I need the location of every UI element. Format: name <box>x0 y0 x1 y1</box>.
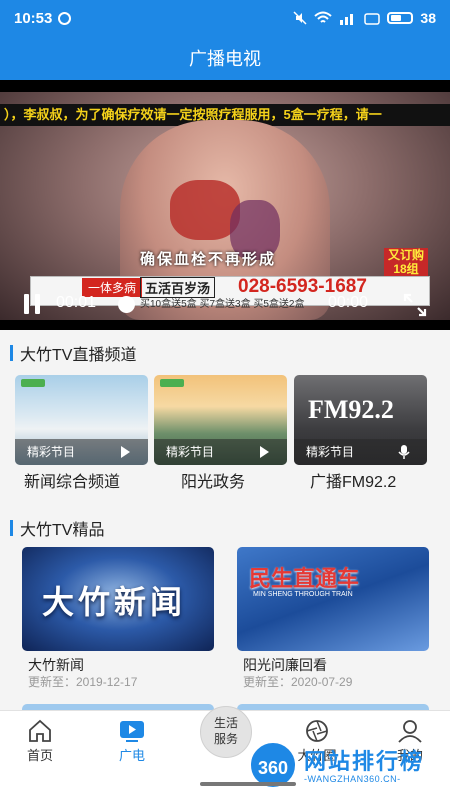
nav-home[interactable]: 首页 <box>5 711 75 773</box>
ad-badge-line2: 18组 <box>393 262 419 276</box>
battery-level: 38 <box>420 10 436 26</box>
hd-signal-icon <box>364 13 381 25</box>
wifi-icon <box>314 11 333 23</box>
life-service-line1: 生活 <box>213 716 238 730</box>
nav-tv[interactable]: 广电 <box>97 711 167 773</box>
premium-name[interactable]: 阳光问廉回看 <box>243 655 327 675</box>
nav-tv-label: 广电 <box>118 748 145 763</box>
premium-overlay-sub: MIN SHENG THROUGH TRAIN <box>253 591 353 598</box>
pause-button[interactable] <box>24 294 40 314</box>
progress-knob[interactable] <box>118 296 135 313</box>
section-accent-bar <box>10 520 13 536</box>
premium-section-label: 大竹TV精品 <box>20 522 105 539</box>
fullscreen-icon[interactable] <box>402 292 428 318</box>
status-bar: 10:53 38 <box>0 0 450 36</box>
nav-home-label: 首页 <box>26 748 53 763</box>
play-icon <box>121 446 130 458</box>
live-section-label: 大竹TV直播频道 <box>20 347 137 364</box>
mute-icon <box>293 11 307 25</box>
live-channel-name[interactable]: 阳光政务 <box>181 468 245 492</box>
ad-badge: 又订购 18组 <box>384 248 428 276</box>
video-caption: 确保血栓不再形成 <box>140 251 277 268</box>
total-time: 00:00 <box>328 294 369 311</box>
play-icon <box>260 446 269 458</box>
current-time: 00:01 <box>56 294 97 311</box>
status-icons: 38 <box>293 10 436 26</box>
premium-name[interactable]: 大竹新闻 <box>28 655 84 675</box>
live-channel-name[interactable]: 广播FM92.2 <box>310 468 396 492</box>
watermark-url: -WANGZHAN360.CN- <box>304 774 401 784</box>
live-channel-card[interactable]: FM92.2 精彩节目 <box>294 375 427 465</box>
premium-card[interactable]: 民生直通车 MIN SHENG THROUGH TRAIN <box>237 547 429 651</box>
live-channel-name[interactable]: 新闻综合频道 <box>24 468 120 492</box>
premium-overlay-text: 民生直通车 <box>249 566 360 591</box>
channel-logo <box>160 379 184 387</box>
live-channel-card[interactable]: 精彩节目 <box>15 375 148 465</box>
status-time: 10:53 <box>14 9 53 27</box>
premium-card[interactable]: 大竹新闻 <box>22 547 214 651</box>
home-icon <box>29 719 51 742</box>
section-accent-bar <box>10 345 13 361</box>
battery-icon <box>387 12 414 24</box>
live-channel-card[interactable]: 精彩节目 <box>154 375 287 465</box>
premium-overlay-text: 大竹新闻 <box>42 584 187 620</box>
signal-icon <box>340 14 354 25</box>
ad-sub-text: 买10盒送5盒 买7盒送3盒 买5盒送2盒 <box>140 299 305 310</box>
watermark-text: 网站排行榜 <box>304 749 425 774</box>
home-indicator <box>200 782 296 786</box>
mic-icon <box>398 445 410 459</box>
ad-badge-line1: 又订购 <box>387 248 424 262</box>
channel-logo <box>21 379 45 387</box>
sync-check-icon <box>58 11 72 25</box>
fm-overlay-text: FM92.2 <box>308 395 394 424</box>
video-player[interactable]: ），李叔叔，为了确保疗效请一定按照疗程服用，5盒一疗程，请一 确保血栓不再形成 … <box>0 80 450 330</box>
premium-section-title: 大竹TV精品 <box>10 516 104 540</box>
page-title: 广播电视 <box>0 36 450 80</box>
site-watermark: 360 网站排行榜 -WANGZHAN360.CN- <box>248 740 448 798</box>
life-service-line2: 服务 <box>213 732 238 746</box>
live-section-title: 大竹TV直播频道 <box>10 341 136 365</box>
premium-updated: 更新至：2019-12-17 <box>28 675 138 689</box>
tv-icon <box>120 721 144 742</box>
premium-updated: 更新至：2020-07-29 <box>243 675 353 689</box>
life-service-button[interactable]: 生活 服务 <box>200 706 252 758</box>
